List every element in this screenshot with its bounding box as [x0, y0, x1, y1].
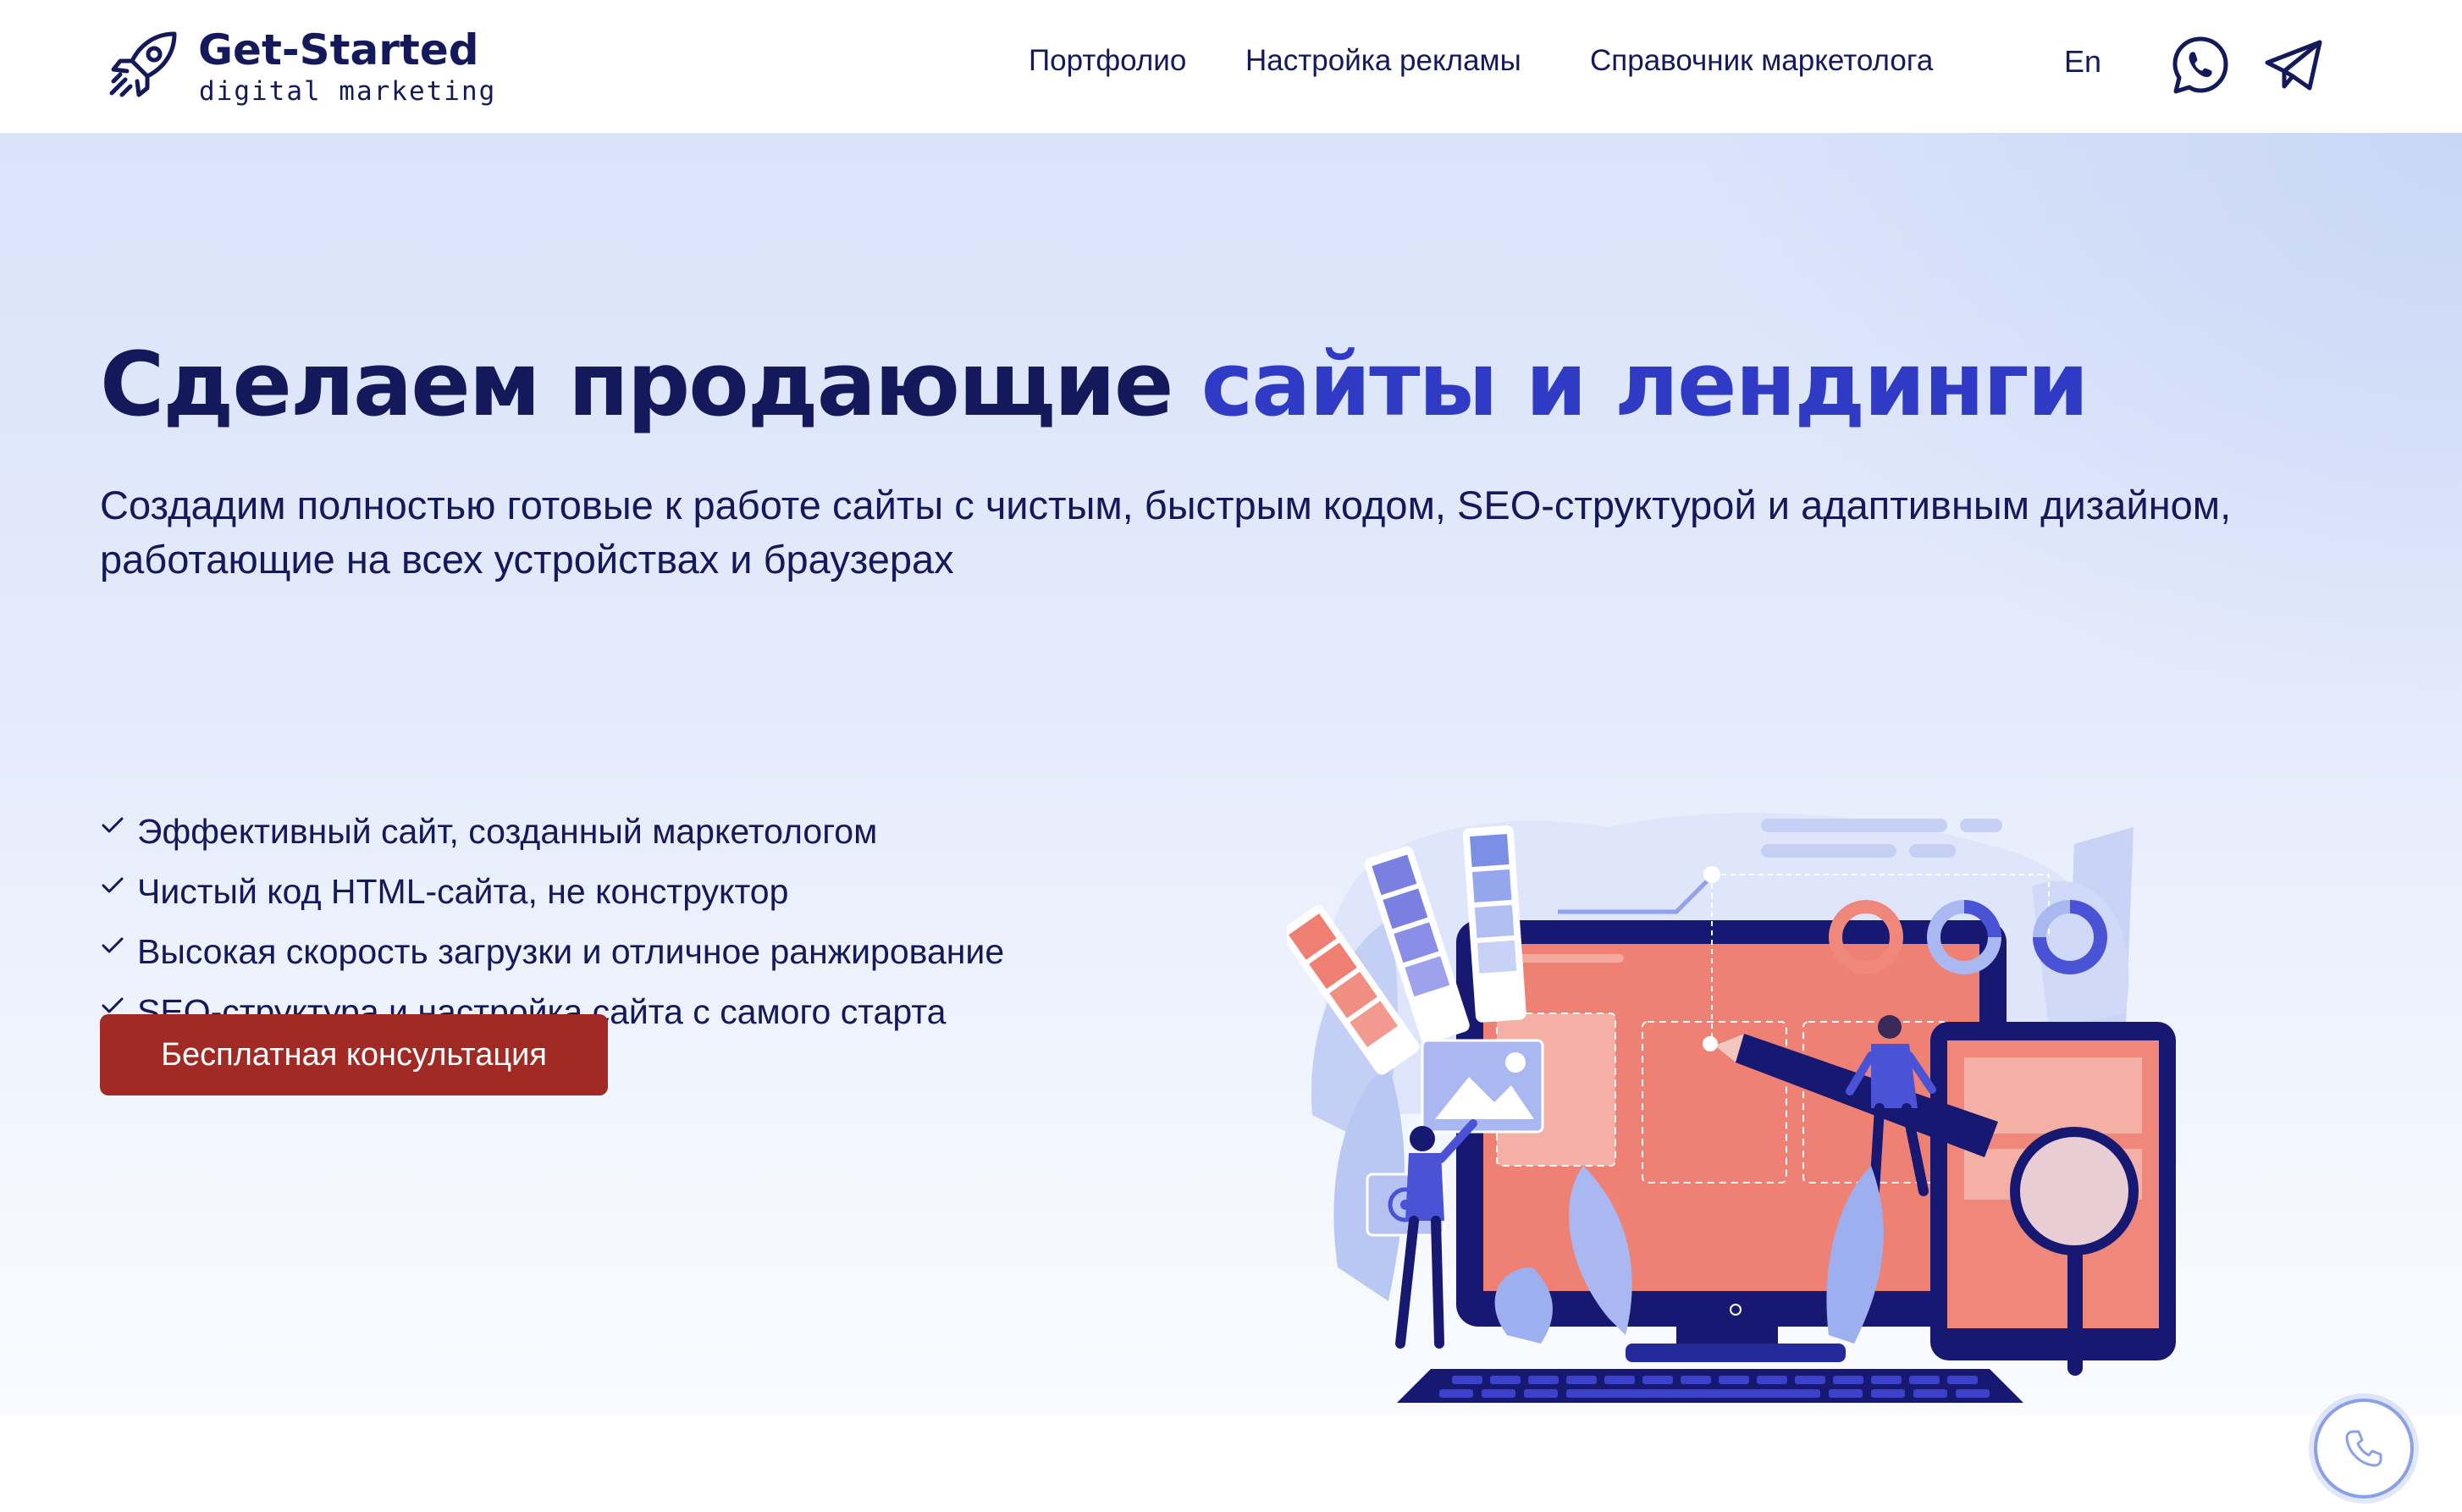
nav-item-portfolio[interactable]: Портфолио	[1029, 44, 1186, 78]
brand-name: Get-Started	[198, 25, 479, 74]
feature-list: Эффективный сайт, созданный маркетологом…	[100, 802, 1004, 1042]
title-main: Сделаем продающие	[100, 333, 1201, 436]
phone-icon	[2345, 1430, 2382, 1467]
whatsapp-button[interactable]	[2169, 34, 2232, 97]
brand-tagline: digital marketing	[199, 76, 497, 107]
call-button[interactable]	[2314, 1399, 2414, 1498]
check-icon	[102, 937, 124, 953]
list-item: Высокая скорость загрузки и отличное ран…	[100, 922, 1004, 982]
logo-link[interactable]: Get-Started digital marketing	[103, 25, 497, 110]
feature-text: Эффективный сайт, созданный маркетологом	[137, 812, 878, 851]
free-consultation-button[interactable]: Бесплатная консультация	[100, 1014, 608, 1095]
telegram-button[interactable]	[2262, 34, 2325, 97]
nav-item-marketer-guide[interactable]: Справочник маркетолога	[1590, 44, 1933, 78]
feature-text: Чистый код HTML-сайта, не конструктор	[137, 872, 789, 911]
hero-subtitle: Создадим полностью готовые к работе сайт…	[100, 483, 2232, 582]
whatsapp-icon	[2172, 36, 2228, 94]
check-icon	[102, 817, 124, 833]
hero-section: Сделаем продающие сайты и лендинги Созда…	[0, 133, 2462, 1415]
site-header: Get-Started digital marketing Портфолио …	[0, 0, 2462, 133]
feature-text: Высокая скорость загрузки и отличное ран…	[137, 932, 1005, 971]
page-title: Сделаем продающие сайты и лендинги	[100, 333, 2089, 436]
nav-item-ads-setup[interactable]: Настройка рекламы	[1245, 44, 1521, 78]
title-accent: сайты и лендинги	[1201, 333, 2089, 436]
list-item: Чистый код HTML-сайта, не конструктор	[100, 862, 1004, 922]
web-design-illustration	[1287, 813, 2176, 1403]
check-icon	[102, 877, 124, 893]
rocket-icon	[109, 31, 177, 97]
language-switch[interactable]: En	[2064, 44, 2101, 80]
list-item: Эффективный сайт, созданный маркетологом	[100, 802, 1004, 862]
telegram-icon	[2265, 40, 2322, 91]
